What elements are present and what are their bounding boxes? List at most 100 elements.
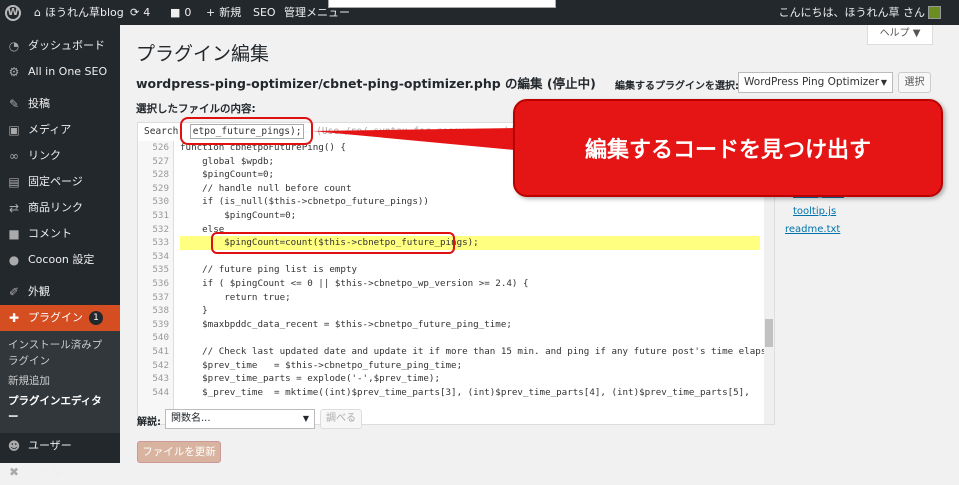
callout-annotation: 編集するコードを見つけ出す	[513, 99, 943, 197]
chevron-down-icon: ▼	[302, 414, 309, 423]
sidebar-item-product-links[interactable]: ⇄ 商品リンク	[0, 195, 120, 221]
code-line: $_prev_time = mktime((int)$prev_time_par…	[180, 386, 750, 398]
search-hint: (Use /re/ syntax for regexp search)	[316, 126, 517, 137]
dropdown-popup	[328, 0, 556, 8]
comments-link[interactable]: ■ 0	[170, 0, 191, 25]
documentation-label: 解説:	[137, 417, 161, 428]
file-link-tooltip-js[interactable]: tooltip.js	[785, 203, 865, 221]
line-number: 531	[152, 209, 169, 221]
howdy-text: こんにちは、ほうれん草 さん	[778, 6, 926, 19]
line-number: 541	[152, 345, 169, 357]
code-line: // future ping list is empty	[180, 264, 358, 276]
seo-label: SEO	[253, 6, 276, 19]
refresh-icon: ⟳	[130, 6, 140, 19]
plus-icon: +	[206, 6, 216, 19]
plugin-icon: ✚	[8, 311, 20, 325]
help-tab-button[interactable]: ヘルプ ▼	[867, 25, 933, 45]
code-line: $maxbpddc_data_recent = $this->cbnetpo_f…	[180, 318, 512, 330]
code-line: }	[180, 305, 208, 317]
code-line: if (is_null($this->cbnetpo_future_pings)…	[180, 196, 429, 208]
dashboard-icon: ◔	[8, 39, 20, 53]
page-icon: ▤	[8, 175, 20, 189]
line-number: 539	[152, 318, 169, 330]
sidebar-item-all-in-one-seo[interactable]: ⚙ All in One SEO	[0, 59, 120, 85]
submenu-plugin-editor[interactable]: プラグインエディター	[0, 391, 120, 427]
sidebar-item-comments[interactable]: ■ コメント	[0, 221, 120, 247]
lookup-button[interactable]: 調べる	[320, 409, 362, 429]
line-number: 526	[152, 142, 169, 153]
sidebar-item-posts[interactable]: ✎ 投稿	[0, 91, 120, 117]
line-number: 543	[152, 373, 169, 385]
line-number: 544	[152, 386, 169, 398]
plugins-submenu: インストール済みプラグイン 新規追加 プラグインエディター	[0, 331, 120, 433]
sidebar-item-appearance[interactable]: ✐ 外観	[0, 279, 120, 305]
sidebar-item-cocoon[interactable]: ● Cocoon 設定	[0, 247, 120, 273]
updates-link[interactable]: ⟳ 4	[130, 0, 150, 25]
file-link-readme[interactable]: readme.txt	[785, 221, 865, 239]
function-select[interactable]: 関数名... ▼	[165, 409, 315, 429]
function-select-placeholder: 関数名...	[171, 413, 211, 424]
sidebar-item-pages[interactable]: ▤ 固定ページ	[0, 169, 120, 195]
account-menu[interactable]: こんにちは、ほうれん草 さん	[779, 0, 926, 25]
avatar[interactable]	[928, 6, 941, 19]
product-link-icon: ⇄	[8, 201, 20, 215]
updates-count: 4	[143, 6, 151, 19]
line-number: 537	[152, 291, 169, 303]
update-file-button[interactable]: ファイルを更新	[137, 441, 221, 463]
plugin-select-value: WordPress Ping Optimizer	[744, 76, 880, 88]
site-name-link[interactable]: ⌂ ほうれん草blog	[34, 0, 124, 25]
new-label: 新規	[219, 6, 242, 19]
seo-icon: ⚙	[8, 65, 20, 79]
sidebar-item-plugins[interactable]: ✚ プラグイン 1	[0, 305, 120, 331]
plugin-select-label: 編集するプラグインを選択:	[615, 81, 739, 92]
chevron-down-icon: ▼	[880, 78, 887, 87]
submenu-installed-plugins[interactable]: インストール済みプラグイン	[0, 335, 120, 371]
pin-icon: ✎	[8, 97, 20, 111]
code-line: if ( $pingCount <= 0 || $this->cbnetpo_w…	[180, 277, 529, 289]
line-number: 534	[152, 250, 169, 262]
admin-bar: W ⌂ ほうれん草blog ⟳ 4 ■ 0 + 新規 SEO 管理メニュー こん…	[0, 0, 959, 25]
callout-text: 編集するコードを見つけ出す	[584, 138, 871, 163]
line-number: 528	[152, 169, 169, 181]
select-button[interactable]: 選択	[898, 72, 931, 93]
admin-sidebar: ◔ ダッシュボード ⚙ All in One SEO ✎ 投稿 ▣ メディア ∞ リンク …	[0, 25, 120, 479]
line-number: 535	[152, 264, 169, 276]
line-number: 536	[152, 277, 169, 289]
site-name: ほうれん草blog	[44, 6, 124, 19]
line-number: 530	[152, 196, 169, 208]
code-highlight-box	[211, 232, 455, 254]
line-number: 538	[152, 305, 169, 317]
line-number: 533	[152, 237, 169, 249]
seo-menu-link[interactable]: SEO	[253, 0, 276, 25]
comment-bubble-icon: ■	[170, 6, 181, 19]
page-title: プラグイン編集	[136, 43, 270, 65]
wordpress-logo-icon[interactable]: W	[0, 0, 26, 25]
search-label: Search:	[144, 126, 185, 137]
home-icon: ⌂	[34, 6, 41, 19]
brush-icon: ✐	[8, 285, 20, 299]
code-line: return true;	[180, 291, 291, 303]
line-number: 540	[152, 332, 169, 344]
submenu-add-new[interactable]: 新規追加	[0, 371, 120, 391]
code-line: $prev_time_parts = explode('-',$prev_tim…	[180, 373, 440, 385]
line-number: 527	[152, 155, 169, 167]
file-content-label: 選択したファイルの内容:	[136, 103, 256, 115]
user-icon: ☻	[7, 439, 21, 453]
scrollbar-thumb[interactable]	[765, 319, 773, 347]
line-number: 532	[152, 223, 169, 235]
line-number-gutter: 526 527 528 529 530 531 532 533 534 535 536 537 538 5…	[138, 141, 174, 424]
link-icon: ∞	[9, 149, 19, 163]
comments-count: 0	[184, 6, 192, 19]
sidebar-item-links[interactable]: ∞ リンク	[0, 143, 120, 169]
sidebar-item-dashboard[interactable]: ◔ ダッシュボード	[0, 33, 120, 59]
plugin-update-badge: 1	[89, 311, 103, 325]
line-number: 529	[152, 182, 169, 194]
new-content-link[interactable]: + 新規	[206, 0, 241, 25]
cocoon-icon: ●	[8, 253, 20, 267]
code-line: $prev_time = $this->cbnetpo_future_ping_…	[180, 359, 463, 371]
search-highlight-box	[180, 117, 313, 145]
plugin-select[interactable]: WordPress Ping Optimizer ▼	[738, 72, 893, 93]
sidebar-item-media[interactable]: ▣ メディア	[0, 117, 120, 143]
sidebar-item-users[interactable]: ☻ ユーザー	[0, 433, 120, 459]
